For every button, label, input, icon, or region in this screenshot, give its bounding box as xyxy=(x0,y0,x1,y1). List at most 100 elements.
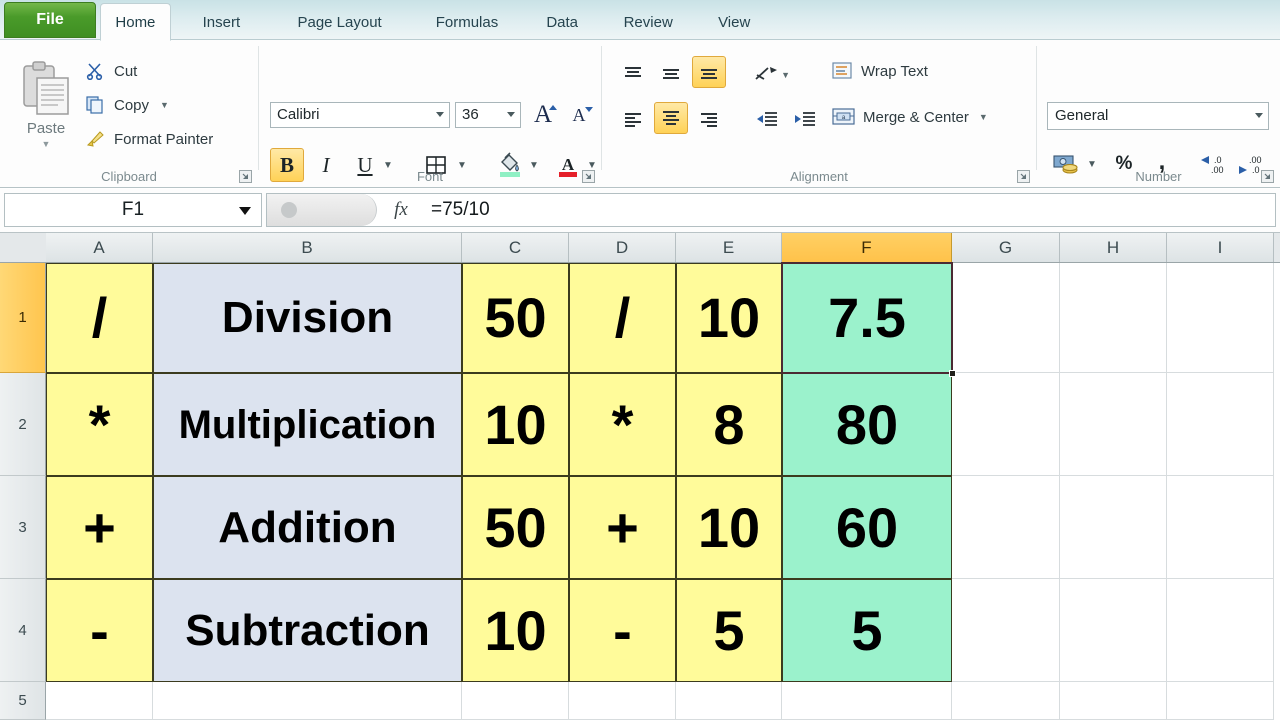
row-header-2[interactable]: 2 xyxy=(0,373,46,476)
align-left-button[interactable] xyxy=(616,104,650,136)
column-header-C[interactable]: C xyxy=(462,233,569,262)
cell-E5[interactable] xyxy=(676,682,782,720)
cell-H4[interactable] xyxy=(1060,579,1167,682)
cell-I4[interactable] xyxy=(1167,579,1274,682)
cell-F2[interactable]: 80 xyxy=(782,373,952,476)
cell-E1[interactable]: 10 xyxy=(676,263,782,373)
decrease-indent-button[interactable] xyxy=(750,104,784,136)
cell-F5[interactable] xyxy=(782,682,952,720)
tab-home[interactable]: Home xyxy=(100,3,171,41)
cell-A3[interactable]: + xyxy=(46,476,153,579)
tab-data[interactable]: Data xyxy=(527,4,598,40)
tab-insert[interactable]: Insert xyxy=(177,4,266,40)
tab-page-layout[interactable]: Page Layout xyxy=(272,4,407,40)
orientation-button[interactable]: ▼ xyxy=(750,58,790,90)
row-header-3[interactable]: 3 xyxy=(0,476,46,579)
cell-A4[interactable]: - xyxy=(46,579,153,682)
tab-formulas[interactable]: Formulas xyxy=(413,4,521,40)
orientation-dropdown-caret[interactable]: ▼ xyxy=(781,70,790,80)
grow-font-button[interactable]: A xyxy=(527,100,559,130)
column-header-A[interactable]: A xyxy=(46,233,153,262)
copy-button[interactable]: Copy ▼ xyxy=(84,90,169,120)
column-header-B[interactable]: B xyxy=(153,233,462,262)
cell-C2[interactable]: 10 xyxy=(462,373,569,476)
worksheet-grid[interactable]: A B C D E F G H I 1 2 3 4 5 / Division 50 / 10 7.5 * Multip… xyxy=(0,233,1280,720)
cell-H2[interactable] xyxy=(1060,373,1167,476)
cell-F1[interactable]: 7.5 xyxy=(782,263,952,373)
cell-G1[interactable] xyxy=(952,263,1060,373)
font-name-combobox[interactable]: Calibri xyxy=(270,102,450,128)
number-format-combobox[interactable]: General xyxy=(1047,102,1269,130)
cell-D5[interactable] xyxy=(569,682,676,720)
format-painter-button[interactable]: Format Painter xyxy=(84,124,213,154)
cell-B5[interactable] xyxy=(153,682,462,720)
cell-I2[interactable] xyxy=(1167,373,1274,476)
column-header-E[interactable]: E xyxy=(676,233,782,262)
cell-D4[interactable]: - xyxy=(569,579,676,682)
name-box[interactable]: F1 xyxy=(4,193,262,227)
cell-E2[interactable]: 8 xyxy=(676,373,782,476)
cell-C5[interactable] xyxy=(462,682,569,720)
column-header-G[interactable]: G xyxy=(952,233,1060,262)
row-header-5[interactable]: 5 xyxy=(0,682,46,720)
cell-E3[interactable]: 10 xyxy=(676,476,782,579)
align-right-button[interactable] xyxy=(692,104,726,136)
merge-center-dropdown-caret[interactable]: ▼ xyxy=(979,112,988,122)
cell-C3[interactable]: 50 xyxy=(462,476,569,579)
align-center-button[interactable] xyxy=(654,102,688,134)
paste-dropdown-caret[interactable]: ▼ xyxy=(42,139,51,149)
cell-I3[interactable] xyxy=(1167,476,1274,579)
cell-D1[interactable]: / xyxy=(569,263,676,373)
align-bottom-button[interactable] xyxy=(692,56,726,88)
row-header-4[interactable]: 4 xyxy=(0,579,46,682)
cell-B2[interactable]: Multiplication xyxy=(153,373,462,476)
tab-review[interactable]: Review xyxy=(604,4,693,40)
column-header-F[interactable]: F xyxy=(782,233,952,262)
row-header-1[interactable]: 1 xyxy=(0,263,46,373)
align-middle-button[interactable] xyxy=(654,58,688,90)
formula-bar-expand-toggle[interactable] xyxy=(267,194,377,226)
cell-H5[interactable] xyxy=(1060,682,1167,720)
cell-I1[interactable] xyxy=(1167,263,1274,373)
cell-H1[interactable] xyxy=(1060,263,1167,373)
column-header-H[interactable]: H xyxy=(1060,233,1167,262)
cell-I5[interactable] xyxy=(1167,682,1274,720)
cell-B4[interactable]: Subtraction xyxy=(153,579,462,682)
cell-G5[interactable] xyxy=(952,682,1060,720)
formula-input[interactable]: =75/10 xyxy=(425,199,1275,221)
insert-function-icon[interactable]: fx xyxy=(377,199,425,221)
cell-A2[interactable]: * xyxy=(46,373,153,476)
fill-handle[interactable] xyxy=(949,370,956,377)
paste-button[interactable]: Paste ▼ xyxy=(12,54,80,170)
wrap-text-button[interactable]: Wrap Text xyxy=(832,56,928,86)
tab-view[interactable]: View xyxy=(699,4,770,40)
alignment-dialog-launcher[interactable] xyxy=(1017,170,1030,183)
clipboard-dialog-launcher[interactable] xyxy=(239,170,252,183)
column-header-I[interactable]: I xyxy=(1167,233,1274,262)
cell-F4[interactable]: 5 xyxy=(782,579,952,682)
increase-indent-button[interactable] xyxy=(788,104,822,136)
cell-A1[interactable]: / xyxy=(46,263,153,373)
cell-D3[interactable]: + xyxy=(569,476,676,579)
cell-B1[interactable]: Division xyxy=(153,263,462,373)
cell-G2[interactable] xyxy=(952,373,1060,476)
merge-center-button[interactable]: a Merge & Center ▼ xyxy=(832,102,988,132)
cell-C1[interactable]: 50 xyxy=(462,263,569,373)
cell-H3[interactable] xyxy=(1060,476,1167,579)
cell-G3[interactable] xyxy=(952,476,1060,579)
align-top-button[interactable] xyxy=(616,58,650,90)
cell-E4[interactable]: 5 xyxy=(676,579,782,682)
copy-dropdown-caret[interactable]: ▼ xyxy=(160,100,169,110)
cell-G4[interactable] xyxy=(952,579,1060,682)
number-dialog-launcher[interactable] xyxy=(1261,170,1274,183)
font-dialog-launcher[interactable] xyxy=(582,170,595,183)
cut-button[interactable]: Cut xyxy=(84,56,137,86)
formula-bar[interactable]: fx =75/10 xyxy=(266,193,1276,227)
cell-B3[interactable]: Addition xyxy=(153,476,462,579)
tab-file[interactable]: File xyxy=(4,2,96,38)
cell-F3[interactable]: 60 xyxy=(782,476,952,579)
chevron-down-icon[interactable] xyxy=(239,207,251,215)
cell-A5[interactable] xyxy=(46,682,153,720)
font-size-combobox[interactable]: 36 xyxy=(455,102,521,128)
shrink-font-button[interactable]: A xyxy=(563,100,595,130)
